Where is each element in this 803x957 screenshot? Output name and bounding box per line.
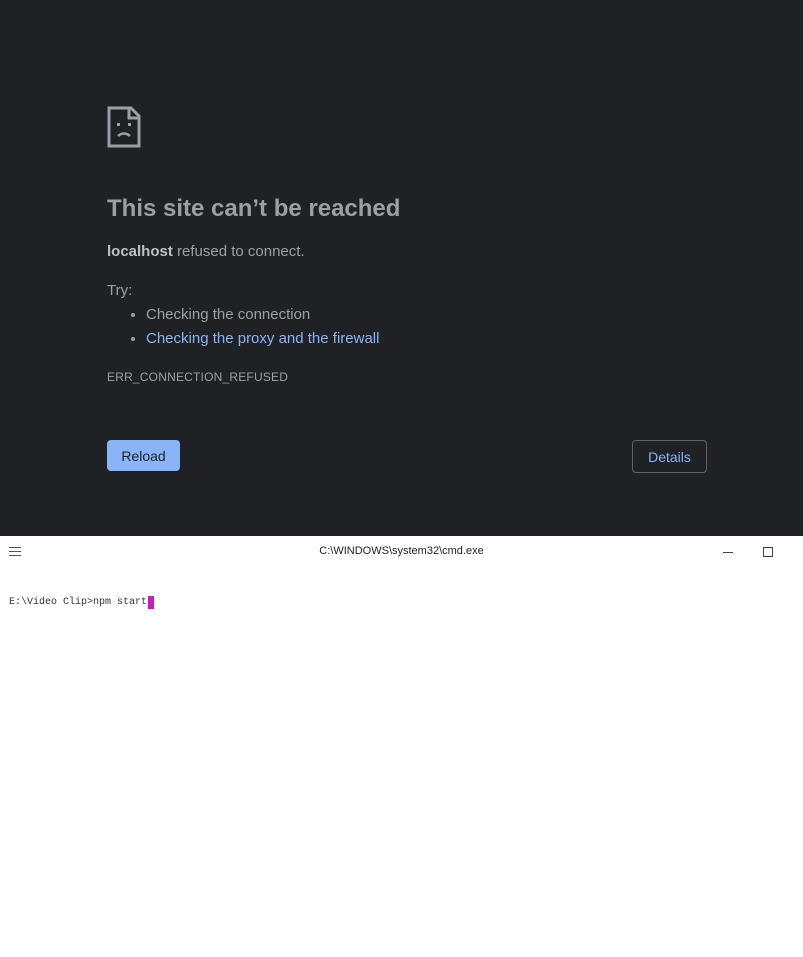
suggestion-list: Checking the connection Checking the pro… [107, 304, 379, 352]
browser-error-page: This site can’t be reached localhost ref… [0, 0, 803, 536]
error-description-suffix: refused to connect. [172, 243, 305, 260]
error-host: localhost [107, 243, 173, 260]
reload-button[interactable]: Reload [107, 440, 180, 471]
suggestion-item: Checking the proxy and the firewall [146, 328, 379, 352]
try-label: Try: [107, 282, 133, 299]
error-description: localhost refused to connect. [107, 243, 305, 260]
maximize-button[interactable] [756, 542, 780, 562]
console-window-title: C:\WINDOWS\system32\cmd.exe [319, 545, 484, 557]
details-button[interactable]: Details [632, 440, 707, 473]
text-cursor [148, 596, 155, 609]
console-prompt-line[interactable]: E:\Video Clip>npm start [9, 596, 155, 609]
console-prompt-text: E:\Video Clip>npm start [9, 597, 148, 608]
minimize-icon [723, 552, 733, 553]
suggestion-check-connection: Checking the connection [146, 306, 311, 323]
error-title: This site can’t be reached [107, 195, 401, 222]
maximize-icon [763, 547, 773, 557]
suggestion-item: Checking the connection [146, 304, 379, 328]
error-code: ERR_CONNECTION_REFUSED [107, 370, 289, 384]
sad-page-icon [107, 106, 141, 148]
suggestion-proxy-firewall-link[interactable]: Checking the proxy and the firewall [146, 330, 379, 347]
minimize-button[interactable] [716, 542, 740, 562]
